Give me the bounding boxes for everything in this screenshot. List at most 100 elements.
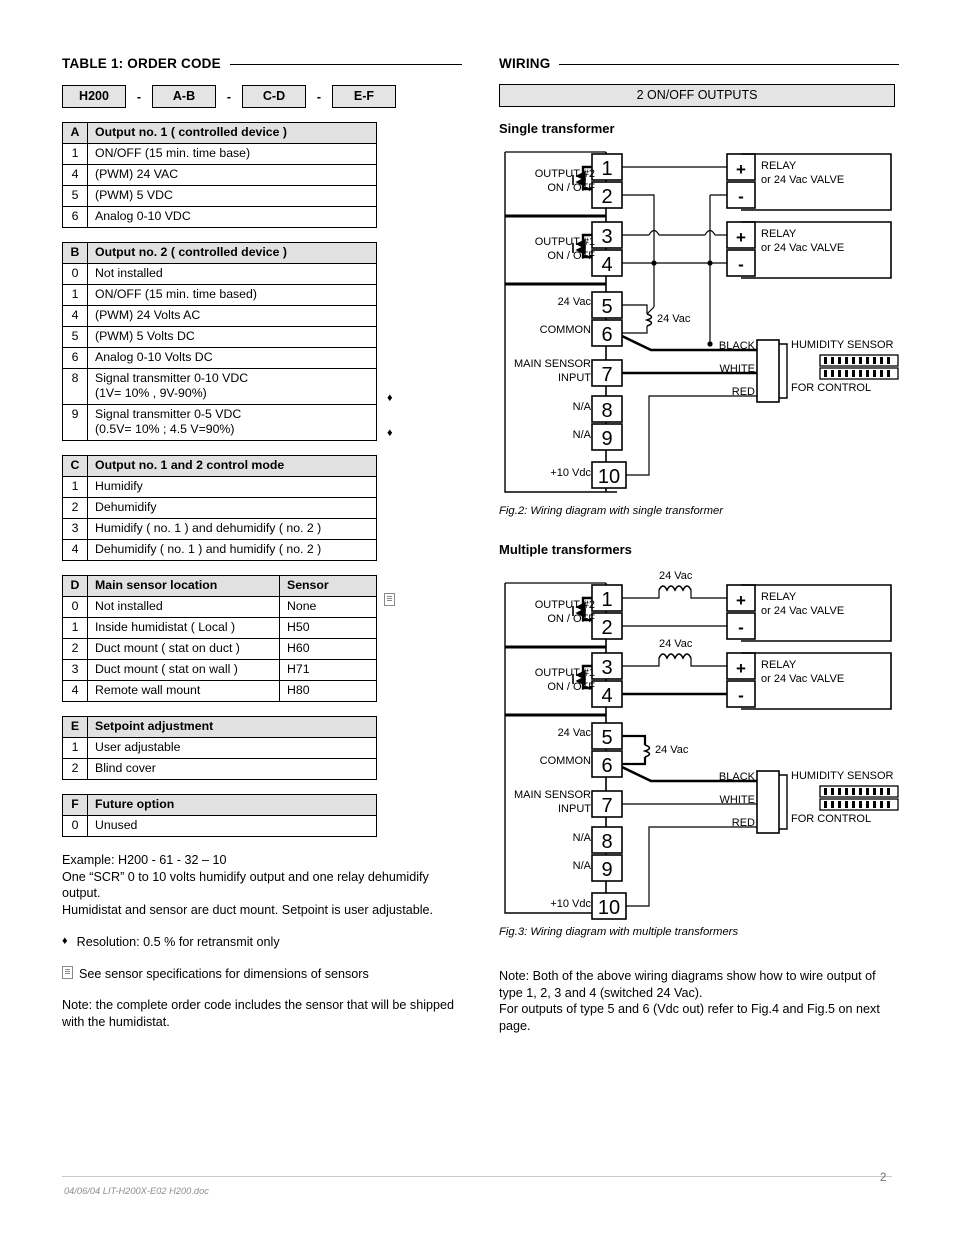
fig2-output2-label: OUTPUT #2 ON / OFF	[534, 168, 595, 195]
fig3-wire-red-label: RED	[731, 817, 755, 829]
fig2-transformer-label: 24 Vac	[657, 313, 691, 325]
row-code: 1	[62, 617, 88, 639]
svg-text:9: 9	[601, 859, 612, 881]
order-code-row: H200 - A-B - C-D - E-F	[62, 85, 462, 108]
order-code-table-d: D Main sensor location Sensor 0 Not installe…	[62, 575, 462, 702]
book-icon	[62, 965, 73, 979]
terminal-9: 9	[591, 423, 623, 451]
heading-rule	[229, 64, 462, 65]
table-row: 9 Signal transmitter 0-5 VDC (0.5V= 10% ;…	[62, 404, 377, 441]
terminal-10: 10	[591, 892, 627, 920]
svg-text:1: 1	[601, 158, 612, 180]
table-header-label: Main sensor location	[87, 575, 280, 597]
table-header-sensor: Sensor	[279, 575, 377, 597]
fig3-terminal-6-label: COMMON	[539, 755, 591, 767]
fig2-output1-label: OUTPUT #1 ON / OFF	[534, 236, 595, 263]
fig3-output1-label: OUTPUT #1 ON / OFF	[534, 667, 595, 694]
order-code-table-a: A Output no. 1 ( controlled device ) 1 ON/O…	[62, 122, 462, 228]
svg-text:9: 9	[601, 428, 612, 450]
fig2-subhead: Single transformer	[499, 121, 615, 136]
fig3-terminal-7-label: MAIN SENSOR INPUT	[513, 789, 591, 816]
terminal-2: 2	[591, 181, 623, 209]
row-description: Analog 0-10 Volts DC	[87, 347, 377, 369]
order-code-sep-1: -	[226, 89, 232, 104]
row-code: 9	[62, 404, 88, 441]
table-row: 6 Analog 0-10 Volts DC	[62, 347, 377, 369]
table-row: 1 ON/OFF (15 min. time base)	[62, 143, 377, 165]
row-code: 3	[62, 659, 88, 681]
table-row: 2 Dehumidify	[62, 497, 377, 519]
table-key-d: D	[62, 575, 88, 597]
row-sensor: H50	[279, 617, 377, 639]
table-header-label: Setpoint adjustment	[87, 716, 377, 738]
terminal-8: 8	[591, 826, 623, 854]
terminal-4: 4	[591, 249, 623, 277]
row-code: 8	[62, 368, 88, 405]
fig2-terminal-7-label: MAIN SENSOR INPUT	[513, 358, 591, 385]
terminal-8: 8	[591, 395, 623, 423]
outputs-banner: 2 ON/OFF OUTPUTS	[499, 84, 895, 107]
row-description: Inside humidistat ( Local )	[87, 617, 280, 639]
svg-text:2: 2	[601, 186, 612, 208]
order-code-table-b: B Output no. 2 ( controlled device ) 0 Not …	[62, 242, 462, 441]
fig3-terminal-5-label: 24 Vac	[557, 727, 591, 739]
terminal-5: 5	[591, 722, 623, 750]
table-row: 2 Blind cover	[62, 758, 377, 780]
table-row: 1 Inside humidistat ( Local ) H50	[62, 617, 377, 639]
svg-text:7: 7	[601, 364, 612, 386]
row-code: 1	[62, 284, 88, 306]
table-header-row: B Output no. 2 ( controlled device )	[62, 242, 377, 264]
row-description: (PWM) 5 VDC	[87, 185, 377, 207]
row-code: 2	[62, 758, 88, 780]
fig2-wire-red-label: RED	[731, 386, 755, 398]
row-description: (PWM) 24 VAC	[87, 164, 377, 186]
fig3-transformer3-label: 24 Vac	[655, 744, 689, 756]
row-description: ON/OFF (15 min. time based)	[87, 284, 377, 306]
fig2-terminal-8-label: N/A	[572, 401, 591, 413]
table-key-a: A	[62, 122, 88, 144]
diamond-icon: ♦	[387, 427, 393, 439]
svg-text:3: 3	[601, 226, 612, 248]
page-number: 2	[880, 1172, 887, 1184]
order-code-part-2: C-D	[242, 85, 306, 108]
junction-dot	[651, 260, 657, 266]
row-code: 5	[62, 185, 88, 207]
resolution-note: ♦ Resolution: 0.5 % for retransmit only	[62, 934, 462, 951]
table-row: 6 Analog 0-10 VDC	[62, 206, 377, 228]
svg-text:1: 1	[601, 589, 612, 611]
row-sensor: H71	[279, 659, 377, 681]
table1-section-heading: TABLE 1: ORDER CODE	[62, 56, 462, 71]
fig2-wire-white-label: WHITE	[719, 363, 755, 375]
fig2-relay1-label: RELAY or 24 Vac VALVE	[761, 160, 845, 187]
table-key-e: E	[62, 716, 88, 738]
row-description: Remote wall mount	[87, 680, 280, 702]
row-code: 0	[62, 263, 88, 285]
row-description: Not installed	[87, 596, 280, 618]
fig2-sensor-top-label: HUMIDITY SENSOR	[791, 339, 894, 351]
table-header-label: Future option	[87, 794, 377, 816]
row-sensor: None	[279, 596, 377, 618]
table-row: 4 (PWM) 24 VAC	[62, 164, 377, 186]
table-row: 5 (PWM) 5 VDC	[62, 185, 377, 207]
wiring-heading-rule	[559, 64, 899, 65]
svg-text:-: -	[738, 187, 744, 206]
row-code: 1	[62, 737, 88, 759]
svg-text:8: 8	[601, 400, 612, 422]
table-row: 5 (PWM) 5 Volts DC	[62, 326, 377, 348]
row-description: Dehumidify	[87, 497, 377, 519]
order-code-table-f: F Future option 0 Unused	[62, 794, 462, 837]
row-description: ON/OFF (15 min. time base)	[87, 143, 377, 165]
fig3-sensor-bottom-label: FOR CONTROL	[791, 813, 872, 825]
terminal-7: 7	[591, 359, 623, 387]
svg-text:6: 6	[601, 755, 612, 777]
right-column: WIRING 2 ON/OFF OUTPUTS Single transform…	[499, 56, 899, 1035]
fig2-wire-black-label: BLACK	[718, 340, 755, 352]
order-code-part-3: E-F	[332, 85, 396, 108]
svg-text:7: 7	[601, 795, 612, 817]
table-key-f: F	[62, 794, 88, 816]
fig3-terminal-8-label: N/A	[572, 832, 591, 844]
row-code: 4	[62, 680, 88, 702]
terminal-3: 3	[591, 652, 623, 680]
row-description: (PWM) 24 Volts AC	[87, 305, 377, 327]
fig2-caption: Fig.2: Wiring diagram with single transf…	[499, 505, 724, 517]
